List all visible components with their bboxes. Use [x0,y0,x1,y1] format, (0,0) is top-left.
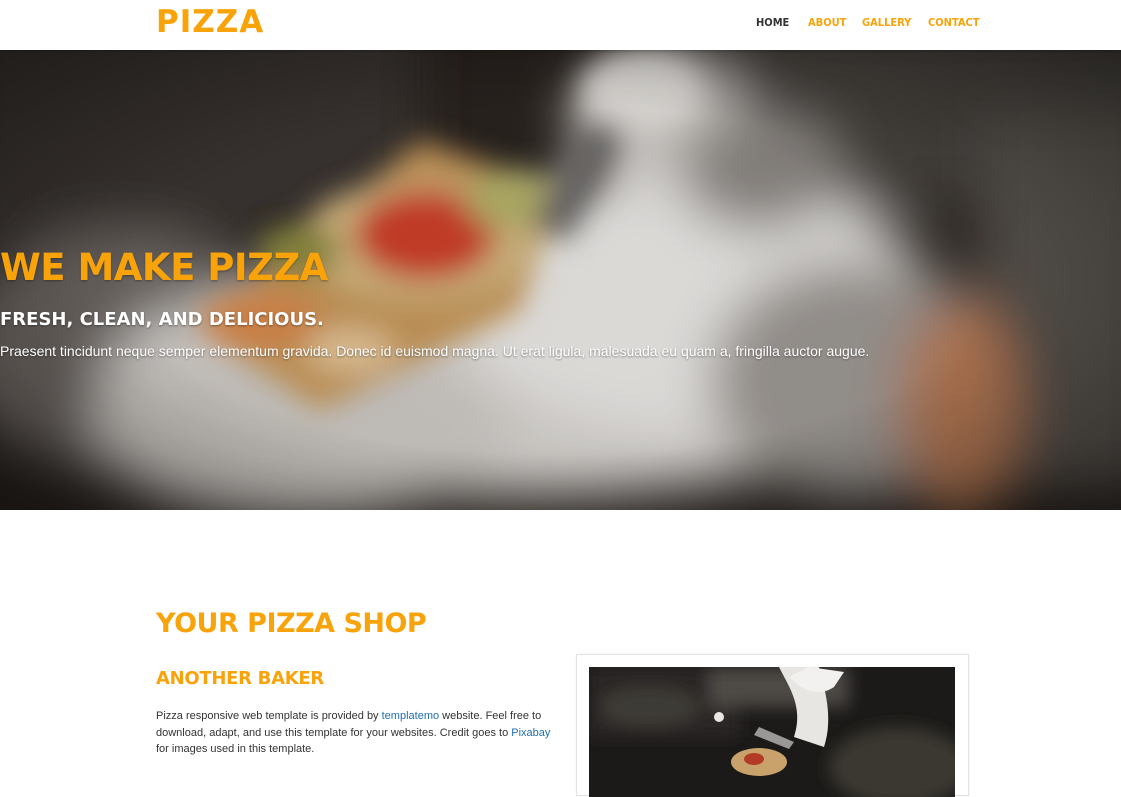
nav-home[interactable]: HOME [756,16,789,29]
section-body: Pizza responsive web template is provide… [156,708,556,758]
image-frame [576,654,969,797]
site-header: PIZZA HOME ABOUT GALLERY CONTACT [0,0,1121,50]
pizza-photo [589,667,955,797]
nav-gallery[interactable]: GALLERY [862,16,911,29]
main-nav: HOME ABOUT GALLERY CONTACT [0,16,1121,32]
section-subtitle: ANOTHER BAKER [156,668,324,689]
nav-contact[interactable]: CONTACT [928,16,980,29]
section-title: YOUR PIZZA SHOP [156,608,427,639]
hero-description: Praesent tincidunt neque semper elementu… [0,343,870,359]
pizza-photo-image [589,667,955,797]
pixabay-link[interactable]: Pixabay [511,727,550,739]
hero-banner: WE MAKE PIZZA FRESH, CLEAN, AND DELICIOU… [0,50,1121,510]
hero-title: WE MAKE PIZZA [0,246,328,289]
nav-about[interactable]: ABOUT [808,16,846,29]
templatemo-link[interactable]: templatemo [382,710,439,722]
body-text-1: Pizza responsive web template is provide… [156,710,382,722]
body-text-3: for images used in this template. [156,743,315,755]
hero-subtitle: FRESH, CLEAN, AND DELICIOUS. [0,309,324,330]
